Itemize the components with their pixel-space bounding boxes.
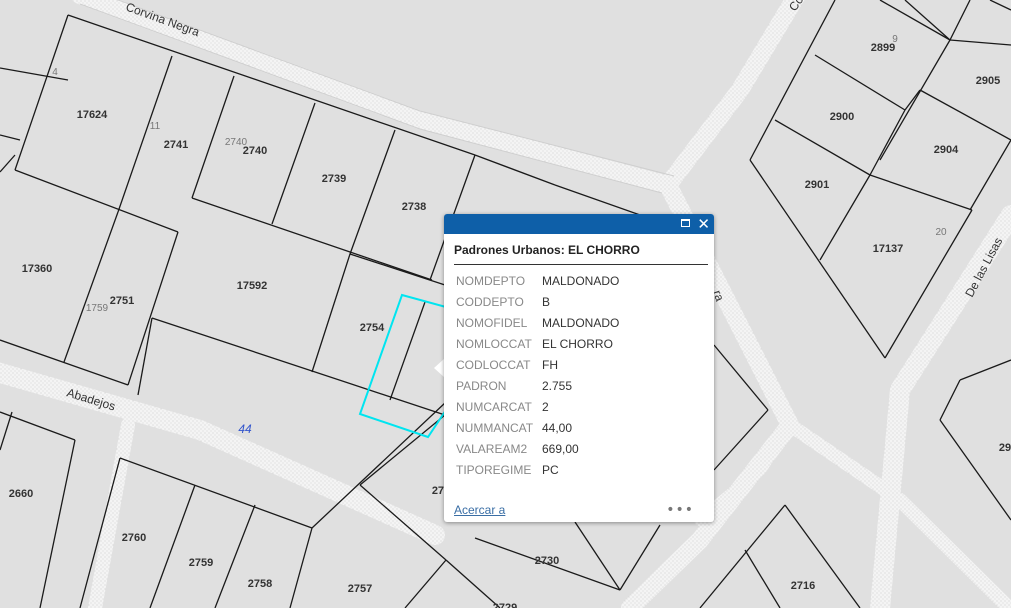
attribute-row: VALAREAM2 669,00	[454, 438, 619, 459]
attribute-row: NOMLOCCAT EL CHORRO	[454, 333, 619, 354]
maximize-icon[interactable]	[681, 219, 690, 227]
attribute-key: CODLOCCAT	[456, 357, 531, 372]
parcel-label: 29	[999, 442, 1011, 454]
parcel-label: 2739	[322, 173, 346, 185]
popup-divider	[454, 264, 708, 265]
house-number: 11	[150, 121, 161, 132]
attribute-value: MALDONADO	[542, 315, 620, 330]
parcel-label: 17624	[77, 109, 108, 121]
attribute-table: NOMDEPTO MALDONADO CODDEPTO B NOMOFIDEL MAL…	[454, 270, 619, 480]
attribute-row: PADRON 2.755	[454, 375, 619, 396]
house-number: 20	[935, 227, 947, 238]
attribute-value: 2	[542, 399, 549, 414]
attribute-value: 2.755	[542, 378, 573, 393]
block-number-label: 44	[238, 422, 252, 436]
parcel-label: 2741	[164, 139, 188, 151]
attribute-key: NUMCARCAT	[456, 399, 532, 414]
parcel-label: 2904	[934, 144, 959, 156]
attribute-key: CODDEPTO	[456, 294, 524, 309]
info-popup: ✕ Padrones Urbanos: EL CHORRO NOMDEPTO MA…	[444, 214, 714, 522]
attribute-row: NOMDEPTO MALDONADO	[454, 270, 619, 291]
attribute-key: VALAREAM2	[456, 441, 528, 456]
parcel-label: 2729	[493, 602, 517, 608]
parcel-label: 2758	[248, 578, 272, 590]
attribute-key: NOMDEPTO	[456, 273, 526, 288]
popup-title: Padrones Urbanos: EL CHORRO	[454, 243, 640, 257]
house-number: 9	[892, 34, 898, 45]
attribute-value: B	[542, 294, 551, 309]
parcel-label: 2730	[535, 555, 559, 567]
attribute-value: FH	[542, 357, 558, 372]
attribute-row: CODLOCCAT FH	[454, 354, 619, 375]
house-number: 4	[52, 67, 58, 78]
popup-pointer	[434, 359, 444, 377]
parcel-label: 2900	[830, 111, 854, 123]
parcel-label: 2716	[791, 580, 815, 592]
attribute-row: NUMCARCAT 2	[454, 396, 619, 417]
attribute-key: TIPOREGIME	[456, 462, 532, 477]
parcel-label: 2660	[9, 488, 33, 500]
parcel-label: 2759	[189, 557, 213, 569]
attribute-key: NOMLOCCAT	[456, 336, 532, 351]
attribute-value: EL CHORRO	[542, 336, 613, 351]
parcel-label: 2754	[360, 322, 385, 334]
attribute-value: MALDONADO	[542, 273, 620, 288]
attribute-key: NUMMANCAT	[456, 420, 534, 435]
close-icon[interactable]: ✕	[697, 214, 710, 234]
parcel-label: 2738	[402, 201, 426, 213]
attribute-key: PADRON	[456, 378, 507, 393]
more-options-icon[interactable]: •••	[666, 502, 694, 518]
attribute-row: NOMOFIDEL MALDONADO	[454, 312, 619, 333]
attribute-value: 44,00	[542, 420, 573, 435]
parcel-label: 2760	[122, 532, 146, 544]
parcel-label: 2751	[110, 295, 134, 307]
attribute-value: PC	[542, 462, 559, 477]
attribute-row: NUMMANCAT 44,00	[454, 417, 619, 438]
parcel-label: 2901	[805, 179, 829, 191]
attribute-row: CODDEPTO B	[454, 291, 619, 312]
attribute-key: NOMOFIDEL	[456, 315, 528, 330]
parcel-label: 2905	[976, 75, 1000, 87]
popup-header: ✕	[444, 214, 714, 234]
parcel-label: 17592	[237, 280, 268, 292]
attribute-row: TIPOREGIME PC	[454, 459, 619, 480]
house-number: 1759	[86, 303, 109, 314]
zoom-to-link[interactable]: Acercar a	[454, 503, 505, 517]
attribute-value: 669,00	[542, 441, 579, 456]
house-number: 2740	[225, 137, 248, 148]
parcel-label: 17137	[873, 243, 904, 255]
parcel-label: 2757	[348, 583, 372, 595]
parcel-label: 17360	[22, 263, 53, 275]
